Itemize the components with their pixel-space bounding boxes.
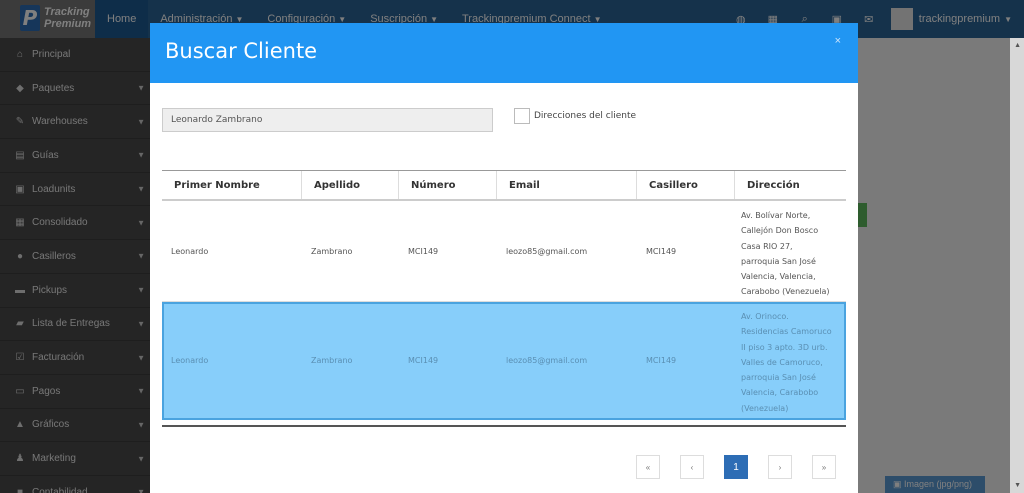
next-page-button[interactable]: › bbox=[768, 455, 792, 479]
pagination: « ‹ 1 › » bbox=[636, 455, 836, 479]
client-addresses-label: Direcciones del cliente bbox=[534, 111, 637, 121]
address-line: Valencia, Carabobo bbox=[741, 388, 819, 398]
table-row[interactable]: Leonardo Zambrano MCI149 leozo85@gmail.com M… bbox=[162, 302, 846, 420]
address-line: Residencias Camoruco bbox=[741, 327, 832, 337]
clients-table: Primer Nombre Apellido Número Email Casiller… bbox=[162, 170, 846, 420]
cell-casillero: MCI149 bbox=[646, 246, 677, 256]
address-line: Casa RIO 27, bbox=[741, 241, 793, 251]
table-row[interactable]: Leonardo Zambrano MCI149 leozo85@gmail.com M… bbox=[162, 201, 846, 302]
column-header[interactable]: Apellido bbox=[302, 171, 399, 199]
column-header[interactable]: Número bbox=[399, 171, 497, 199]
address-line: Valencia, Valencia, bbox=[741, 272, 816, 282]
cell-direccion: Av. Bolívar Norte, Callejón Don Bosco Casa… bbox=[735, 201, 846, 301]
scroll-down-icon[interactable]: ▼ bbox=[1014, 482, 1021, 489]
page-1-button[interactable]: 1 bbox=[724, 455, 748, 479]
address-line: Av. Orinoco. bbox=[741, 312, 789, 321]
column-header[interactable]: Casillero bbox=[637, 171, 735, 199]
cell-direccion: Av. Orinoco. Residencias Camoruco II piso … bbox=[735, 302, 846, 419]
client-addresses-toggle[interactable]: Direcciones del cliente bbox=[514, 108, 636, 124]
cell-numero: MCI149 bbox=[408, 246, 439, 256]
cell-nombre: Leonardo bbox=[171, 246, 209, 256]
address-line: Carabobo (Venezuela) bbox=[741, 287, 830, 297]
prev-page-button[interactable]: ‹ bbox=[680, 455, 704, 479]
address-line: Valles de Camoruco, bbox=[741, 357, 823, 367]
first-page-button[interactable]: « bbox=[636, 455, 660, 479]
buscar-cliente-modal: Buscar Cliente × Leonardo Zambrano Direc… bbox=[150, 23, 858, 493]
cell-apellido: Zambrano bbox=[311, 246, 353, 256]
address-line: (Venezuela) bbox=[741, 403, 789, 413]
scroll-up-icon[interactable]: ▲ bbox=[1014, 42, 1021, 49]
address-line: Av. Bolívar Norte, bbox=[741, 211, 811, 220]
address-line: parroquia San José bbox=[741, 256, 816, 266]
column-header[interactable]: Dirección bbox=[735, 171, 846, 199]
column-header[interactable]: Email bbox=[497, 171, 637, 199]
page-scrollbar[interactable]: ▲ ▼ bbox=[1010, 38, 1024, 493]
cell-email: leozo85@gmail.com bbox=[506, 246, 588, 256]
client-search-input[interactable]: Leonardo Zambrano bbox=[162, 108, 493, 132]
address-line: II piso 3 apto. 3D urb. bbox=[741, 342, 828, 352]
address-line: Callejón Don Bosco bbox=[741, 226, 819, 236]
cell-email: leozo85@gmail.com bbox=[506, 356, 588, 365]
modal-title: Buscar Cliente bbox=[165, 39, 318, 63]
last-page-button[interactable]: » bbox=[812, 455, 836, 479]
cell-casillero: MCI149 bbox=[646, 356, 677, 365]
table-divider bbox=[162, 425, 846, 427]
cell-numero: MCI149 bbox=[408, 356, 439, 365]
table-header: Primer Nombre Apellido Número Email Casiller… bbox=[162, 171, 846, 201]
cell-nombre: Leonardo bbox=[171, 356, 209, 365]
cell-apellido: Zambrano bbox=[311, 356, 353, 365]
close-icon[interactable]: × bbox=[835, 35, 841, 47]
column-header[interactable]: Primer Nombre bbox=[162, 171, 302, 199]
modal-header: Buscar Cliente × bbox=[150, 23, 858, 83]
client-addresses-checkbox[interactable] bbox=[514, 108, 530, 124]
address-line: parroquia San José bbox=[741, 373, 816, 383]
table-body: Leonardo Zambrano MCI149 leozo85@gmail.com M… bbox=[162, 201, 846, 420]
